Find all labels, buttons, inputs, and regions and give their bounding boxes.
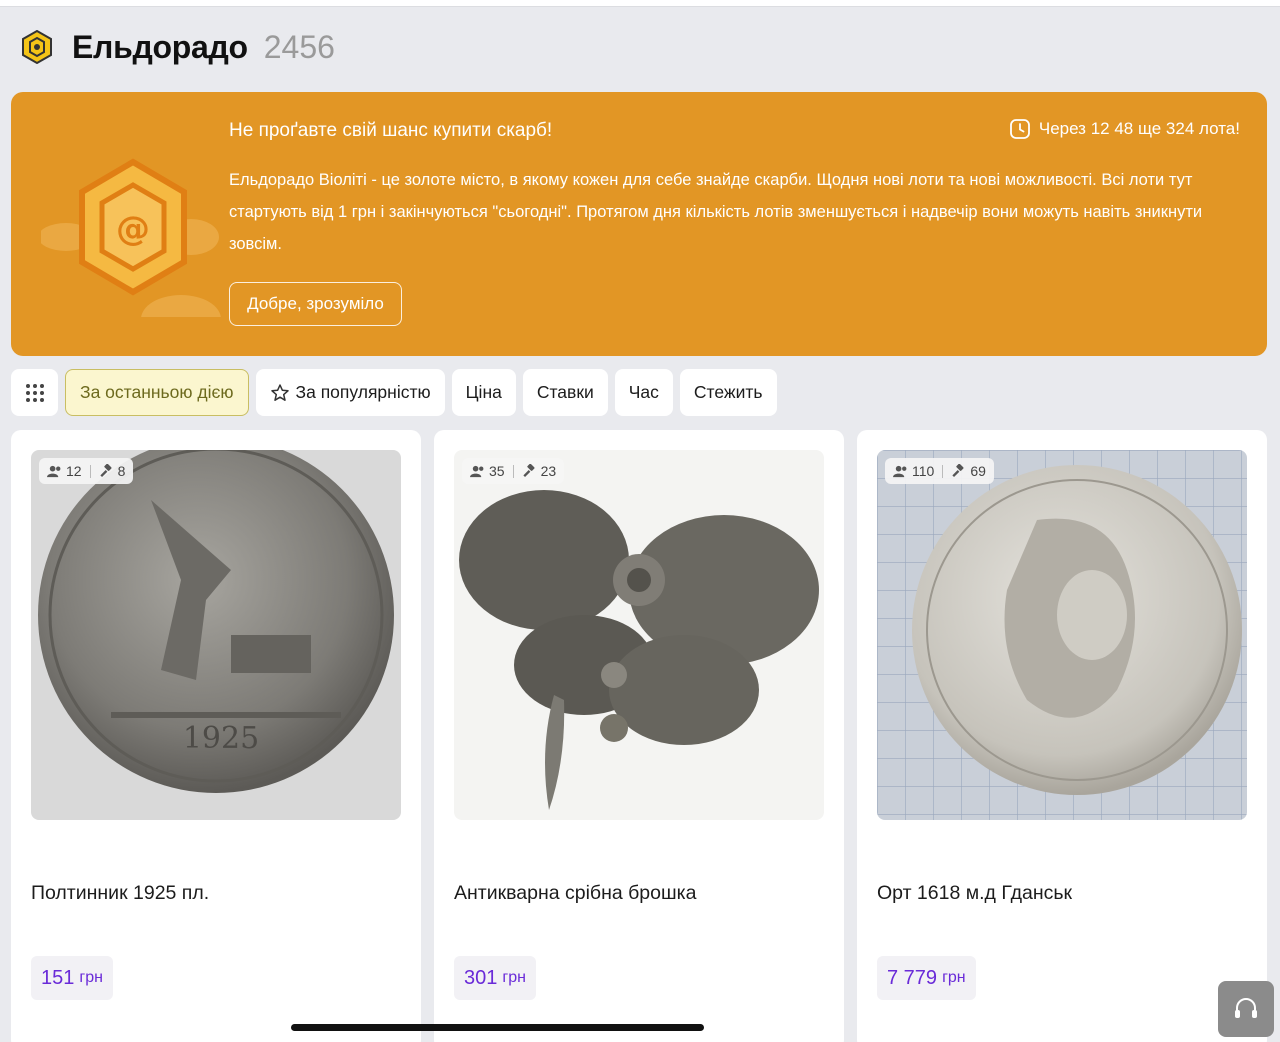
star-icon	[270, 383, 289, 401]
filter-label: За останньою дією	[80, 382, 234, 402]
watchers-count: 35	[489, 463, 505, 479]
banner-description: Ельдорадо Віоліті - це золоте місто, в я…	[229, 171, 1203, 253]
lot-image: 1925 12 8	[31, 450, 401, 820]
filter-last-action[interactable]: За останньою дією	[65, 369, 249, 416]
filter-label: Час	[628, 382, 659, 402]
lot-title[interactable]: Полтинник 1925 пл.	[31, 882, 209, 905]
lot-price: 301 грн	[454, 956, 536, 1000]
filter-watching[interactable]: Стежить	[679, 369, 777, 416]
price-value: 301	[464, 966, 498, 989]
divider	[512, 464, 514, 478]
banner-headline: Не проґавте свій шанс купити скарб!	[229, 120, 553, 141]
lot-image: 35 23	[454, 450, 824, 820]
lot-title[interactable]: Орт 1618 м.д Гданськ	[877, 882, 1072, 905]
divider	[89, 464, 91, 478]
watchers-count: 12	[66, 463, 82, 479]
watchers-icon	[470, 465, 484, 477]
watchers-icon	[893, 465, 907, 477]
dismiss-banner-button[interactable]: Добре, зрозуміло	[229, 282, 402, 326]
watchers-count: 110	[912, 463, 935, 479]
gavel-icon	[952, 463, 964, 477]
price-value: 151	[41, 966, 75, 989]
svg-text:@: @	[116, 209, 150, 249]
grid-icon	[25, 383, 44, 402]
lot-card[interactable]: 110 69 Орт 1618 м.д Гданськ 7 779 грн	[857, 430, 1267, 1042]
clock-icon	[1009, 119, 1030, 139]
eldorado-logo-icon	[22, 30, 52, 64]
filter-bids[interactable]: Ставки	[522, 369, 608, 416]
gavel-icon	[99, 463, 112, 477]
bids-count: 69	[970, 463, 986, 479]
headset-icon	[1235, 998, 1257, 1018]
price-currency: грн	[942, 969, 966, 986]
lot-image: 110 69	[877, 450, 1247, 820]
lots-count: 2456	[263, 28, 335, 65]
lot-title[interactable]: Антикварна срібна брошка	[454, 882, 696, 905]
bids-count: 23	[540, 463, 557, 479]
price-currency: грн	[79, 969, 103, 986]
home-indicator	[291, 1024, 704, 1031]
lot-card[interactable]: 35 23 Антикварна срібна брошка 301 грн	[434, 430, 844, 1042]
divider	[942, 464, 944, 478]
bids-count: 8	[117, 463, 126, 479]
lot-stats: 110 69	[885, 458, 994, 484]
filter-label: За популярністю	[295, 382, 431, 402]
page-header: Ельдорадо 2456	[20, 27, 335, 67]
lot-card[interactable]: 1925 12 8 Полтинник 1925 пл. 151 грн	[11, 430, 421, 1042]
filter-label: Ставки	[536, 382, 594, 402]
grid-view-button[interactable]	[11, 369, 58, 416]
timer-text: Через 12 48 ще 324 лота!	[1038, 119, 1240, 138]
page-title: Ельдорадо	[72, 28, 248, 65]
eldorado-hexagon-icon: @	[41, 158, 221, 317]
banner-timer: Через 12 48 ще 324 лота!	[1009, 118, 1240, 140]
lot-price: 151 грн	[31, 956, 113, 1000]
watchers-icon	[47, 465, 61, 477]
sort-filters: За останньою дією За популярністю Ціна С…	[11, 369, 777, 416]
filter-price[interactable]: Ціна	[451, 369, 516, 416]
gavel-icon	[522, 463, 535, 477]
lot-stats: 12 8	[39, 458, 134, 484]
top-bar	[0, 0, 1280, 7]
lots-grid: 1925 12 8 Полтинник 1925 пл. 151 грн 35 …	[11, 430, 1267, 1042]
info-banner: @ Не проґавте свій шанс купити скарб! Че…	[11, 92, 1267, 356]
filter-popularity[interactable]: За популярністю	[255, 369, 445, 416]
lot-price: 7 779 грн	[877, 956, 976, 1000]
support-chat-button[interactable]	[1218, 981, 1274, 1037]
filter-label: Ціна	[465, 382, 502, 402]
lot-stats: 35 23	[462, 458, 565, 484]
svg-text:1925: 1925	[183, 721, 259, 756]
price-currency: грн	[502, 969, 526, 986]
filter-time[interactable]: Час	[614, 369, 673, 416]
price-value: 7 779	[887, 966, 938, 989]
filter-label: Стежить	[693, 382, 763, 402]
